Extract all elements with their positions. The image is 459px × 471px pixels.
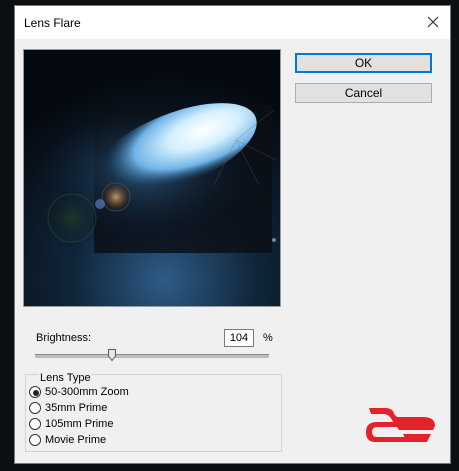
title-bar: Lens Flare [15,6,450,39]
brightness-slider-thumb[interactable] [108,349,116,362]
lens-flare-dialog: Lens Flare OK Cancel Brightness: 104 % L… [14,5,451,464]
brightness-slider-track[interactable] [35,354,269,358]
flare-preview-image [24,50,280,306]
radio-button-icon [29,418,41,430]
brightness-label: Brightness: [36,332,92,344]
brightness-input[interactable]: 104 [224,329,254,347]
close-icon [427,16,439,28]
radio-label: 105mm Prime [45,418,114,430]
radio-label: Movie Prime [45,434,107,446]
watermark-logo [363,404,438,449]
brightness-unit: % [263,332,273,344]
radio-label: 35mm Prime [45,402,108,414]
slider-thumb-icon [108,349,116,362]
radio-button-icon [29,402,41,414]
close-button[interactable] [416,6,450,39]
radio-button-icon [29,434,41,446]
ok-button[interactable]: OK [295,53,432,73]
brand-logo-icon [366,408,435,442]
radio-button-icon [29,386,41,398]
radio-label: 50-300mm Zoom [45,386,129,398]
cancel-button[interactable]: Cancel [295,83,432,103]
radio-selected-dot [33,390,39,396]
flare-preview[interactable] [23,49,281,307]
dialog-title: Lens Flare [24,16,81,30]
lens-type-title: Lens Type [39,372,92,384]
